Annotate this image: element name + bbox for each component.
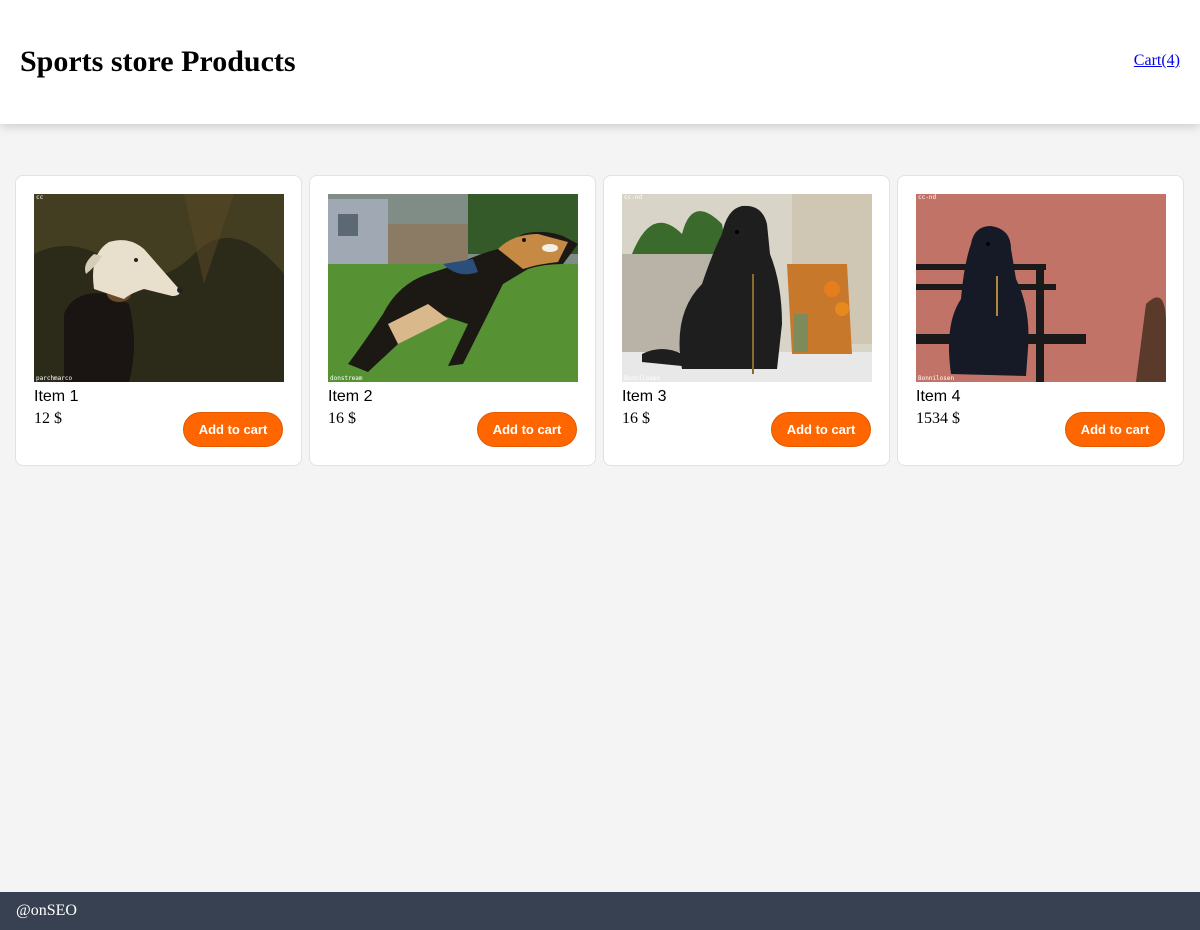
product-name: Item 2 bbox=[328, 388, 373, 405]
product-price: 16 $ bbox=[622, 410, 650, 427]
product-card: cc-nd Bonnilosen Item 4 1534 $ Add to ca… bbox=[897, 175, 1184, 466]
product-image: cc-nd Bonnilosen bbox=[916, 194, 1166, 382]
add-to-cart-button[interactable]: Add to cart bbox=[1065, 412, 1165, 447]
product-name: Item 3 bbox=[622, 388, 667, 405]
product-price: 1534 $ bbox=[916, 410, 960, 427]
product-name: Item 1 bbox=[34, 388, 79, 405]
product-price: 16 $ bbox=[328, 410, 356, 427]
photo-credit: Bonnilosen bbox=[624, 375, 661, 382]
photo-license: cc-nd bbox=[918, 194, 937, 201]
dog-photo-sitting bbox=[622, 194, 872, 382]
add-to-cart-button[interactable]: Add to cart bbox=[771, 412, 871, 447]
product-card: donstream Item 2 16 $ Add to cart bbox=[309, 175, 596, 466]
cart-link[interactable]: Cart(4) bbox=[1134, 52, 1180, 70]
footer-text: @onSEO bbox=[16, 902, 77, 919]
product-image: cc parchmarco bbox=[34, 194, 284, 382]
photo-credit: donstream bbox=[330, 375, 363, 382]
site-header: Sports store Products Cart(4) bbox=[0, 0, 1200, 124]
photo-credit: parchmarco bbox=[36, 375, 73, 382]
product-name: Item 4 bbox=[916, 388, 961, 405]
product-image: cc-nd Bonnilosen bbox=[622, 194, 872, 382]
photo-license: cc bbox=[36, 194, 44, 201]
product-card: cc parchmarco Item 1 12 $ Add to cart bbox=[15, 175, 302, 466]
add-to-cart-button[interactable]: Add to cart bbox=[183, 412, 283, 447]
page-title: Sports store Products bbox=[20, 45, 296, 78]
photo-license: cc-nd bbox=[624, 194, 643, 201]
dog-photo-greyhound bbox=[34, 194, 284, 382]
product-price: 12 $ bbox=[34, 410, 62, 427]
product-image: donstream bbox=[328, 194, 578, 382]
product-card: cc-nd Bonnilosen Item 3 16 $ Add to cart bbox=[603, 175, 890, 466]
dog-photo-running bbox=[328, 194, 578, 382]
dog-photo-bench bbox=[916, 194, 1166, 382]
add-to-cart-button[interactable]: Add to cart bbox=[477, 412, 577, 447]
photo-credit: Bonnilosen bbox=[918, 375, 955, 382]
product-grid: cc parchmarco Item 1 12 $ Add to cart do… bbox=[15, 175, 1184, 466]
site-footer: @onSEO bbox=[0, 892, 1200, 930]
